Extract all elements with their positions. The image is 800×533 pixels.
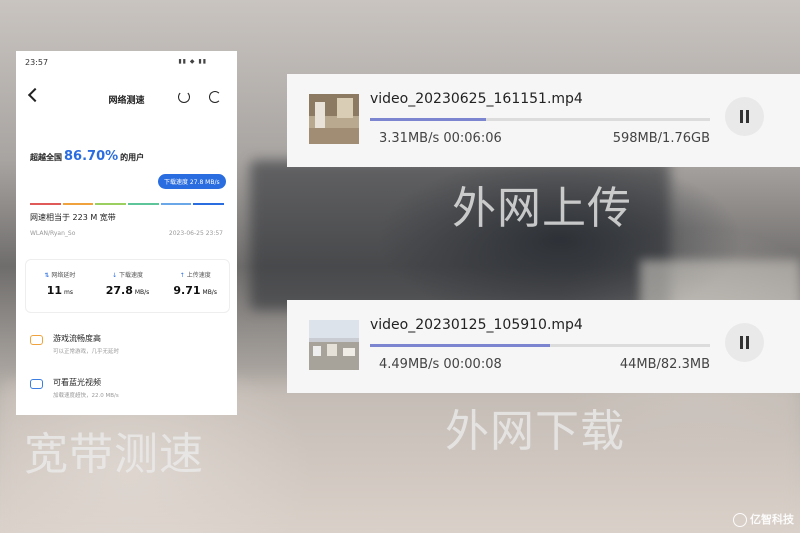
beat-prefix: 超越全国 [30, 153, 62, 162]
transfer-size: 44MB/82.3MB [619, 357, 710, 372]
pause-button[interactable] [725, 97, 764, 136]
beat-percent: 86.70% [64, 149, 119, 164]
test-datetime: 2023-06-25 23:57 [168, 230, 223, 237]
feature-title: 游戏流畅度高 [53, 334, 101, 343]
metric-label: 上传速度 [186, 272, 211, 279]
metric-upload: ↑ 上传速度 9.71 MB/s [161, 260, 229, 312]
refresh-icon[interactable] [209, 91, 221, 103]
watermark-text: 亿智科技 [750, 513, 794, 526]
file-name: video_20230625_161151.mp4 [370, 91, 583, 107]
metric-label: 下载速度 [119, 272, 144, 279]
metric-unit: MB/s [134, 289, 150, 296]
play-video-icon [30, 379, 43, 389]
scale-segment [95, 203, 127, 205]
metric-latency: ⇅ 网络延时 11 ms [26, 260, 94, 312]
upload-transfer-card: video_20230625_161151.mp4 3.31MB/s 00:06… [287, 74, 800, 167]
history-icon[interactable] [178, 91, 190, 103]
speed-scale-bar [30, 203, 225, 206]
page-title: 网络测速 [108, 96, 145, 106]
scale-segment [62, 203, 94, 205]
download-caption: 外网下载 [445, 406, 625, 457]
scale-segment [128, 203, 159, 205]
beat-summary: 超越全国 86.70% 的用户 [30, 149, 144, 164]
pause-button[interactable] [725, 323, 764, 362]
metric-label: 网络延时 [51, 272, 76, 279]
status-time: 23:57 [25, 58, 49, 67]
progress-fill [370, 118, 486, 121]
feature-subtitle: 加载速度超快，22.0 MB/s [53, 393, 119, 399]
bandwidth-equivalent: 网速相当于 223 M 宽带 [30, 213, 116, 222]
video-thumbnail [309, 320, 359, 370]
nav-bar: 网络测速 [16, 87, 237, 109]
file-name: video_20230125_105910.mp4 [370, 317, 583, 333]
gamepad-icon [30, 335, 43, 345]
status-icons: ▮▮ ◆ ▮▮ [178, 58, 207, 65]
network-name: WLAN/Ryan_So [30, 230, 76, 237]
transfer-size: 598MB/1.76GB [612, 131, 710, 146]
progress-fill [370, 344, 551, 347]
metric-value: 11 [46, 284, 62, 297]
watermark: 亿智科技 [733, 511, 794, 527]
video-thumbnail [309, 94, 359, 144]
speedtest-phone-screen: 23:57 ▮▮ ◆ ▮▮ 网络测速 超越全国 86.70% 的用户 下载速度 27… [16, 51, 237, 415]
feature-subtitle: 可以正常游戏，几乎无延时 [53, 349, 120, 355]
metric-unit: ms [64, 289, 73, 296]
progress-track [370, 118, 710, 121]
metric-value: 27.8 [105, 284, 133, 297]
latency-icon: ⇅ [44, 272, 50, 279]
watermark-logo-icon [733, 513, 747, 527]
scale-segment [160, 203, 192, 205]
progress-track [370, 344, 710, 347]
download-transfer-card: video_20230125_105910.mp4 4.49MB/s 00:00… [287, 300, 800, 393]
beat-suffix: 的用户 [120, 153, 145, 162]
metrics-panel: ⇅ 网络延时 11 ms ↓ 下载速度 27.8 MB/s ↑ 上传速度 9.71 MB/s [25, 259, 230, 313]
metric-download: ↓ 下载速度 27.8 MB/s [94, 260, 162, 312]
metric-unit: MB/s [202, 289, 217, 296]
scale-segment [193, 203, 225, 205]
feature-title: 可看蓝光视频 [53, 378, 101, 387]
metric-value: 9.71 [173, 284, 201, 297]
upload-caption: 外网上传 [452, 183, 632, 234]
scale-segment [30, 203, 61, 205]
upload-icon: ↑ [179, 272, 185, 279]
download-speed-bubble: 下载速度 27.8 MB/s [158, 174, 226, 189]
download-icon: ↓ [111, 272, 118, 279]
speedtest-caption: 宽带测速 [24, 429, 204, 480]
